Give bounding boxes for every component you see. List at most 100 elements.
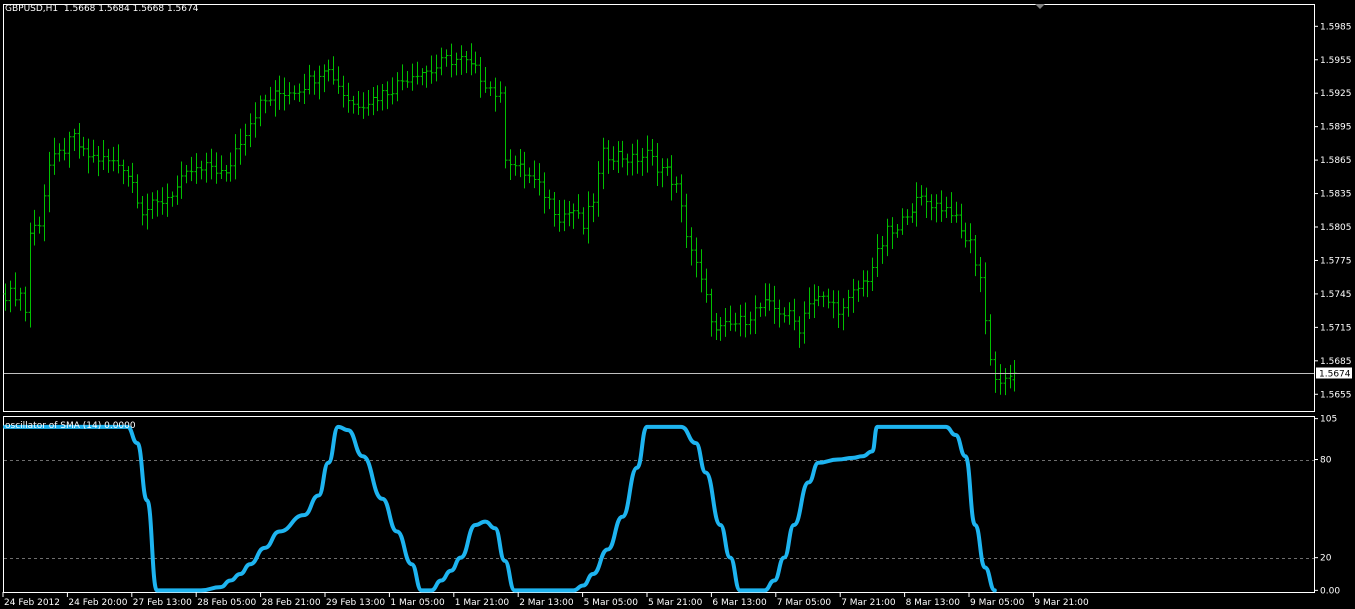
oscillator-panel[interactable]: 105 80 20 0.00	[3, 415, 1341, 597]
price-bar	[679, 174, 684, 223]
oscillator-tick-label: 0.00	[1320, 586, 1340, 596]
price-bar	[576, 194, 581, 219]
price-bar	[473, 51, 478, 74]
price-bar	[547, 189, 552, 210]
price-bar	[865, 270, 870, 298]
price-bar	[557, 200, 562, 232]
price-bar	[988, 314, 993, 366]
price-bar	[297, 83, 302, 102]
price-bar	[738, 304, 743, 337]
price-bar	[282, 77, 287, 111]
price-bar	[62, 137, 67, 161]
oscillator-line	[3, 424, 997, 593]
price-bar	[77, 122, 82, 159]
price-bar	[371, 86, 376, 116]
price-bar	[1008, 364, 1013, 389]
price-bar	[571, 203, 576, 229]
price-bar	[37, 216, 42, 234]
price-bar	[581, 207, 586, 235]
time-tick-label: 1 Mar 05:00	[390, 598, 445, 608]
price-bar	[268, 86, 273, 106]
price-bar	[346, 82, 351, 113]
price-tick-label: 1.5865	[1320, 156, 1352, 166]
trading-chart[interactable]: 1.5985 1.5955 1.5925 1.5895 1.5865 1.5835 1.58…	[0, 0, 1355, 609]
price-bar	[179, 161, 184, 199]
price-bar	[449, 43, 454, 78]
price-bar	[101, 139, 106, 170]
price-bar	[630, 143, 635, 176]
price-bar	[312, 70, 317, 95]
price-bar	[831, 290, 836, 319]
price-bar	[861, 270, 866, 297]
price-bar	[763, 283, 768, 317]
price-bar	[175, 175, 180, 205]
price-axis: 1.5985 1.5955 1.5925 1.5895 1.5865 1.5835 1.58…	[1314, 22, 1352, 400]
price-bar	[380, 83, 385, 111]
price-tick-label: 1.5955	[1320, 56, 1352, 66]
price-tick-label: 1.5685	[1320, 357, 1352, 367]
price-bar	[292, 85, 297, 101]
price-bar	[86, 138, 91, 174]
price-bar	[993, 351, 998, 393]
price-bar	[968, 223, 973, 254]
price-bar	[405, 70, 410, 88]
price-bar	[513, 155, 518, 176]
main-price-panel[interactable]: 1.5985 1.5955 1.5925 1.5895 1.5865 1.5835 1.58…	[3, 4, 1353, 412]
oscillator-panel-frame	[3, 416, 1315, 593]
price-bar	[900, 208, 905, 235]
price-bar	[527, 167, 532, 184]
price-bars	[3, 43, 1017, 396]
price-bar	[439, 47, 444, 76]
price-bar	[870, 257, 875, 291]
price-bar	[973, 234, 978, 277]
price-bar	[606, 140, 611, 174]
price-bar	[420, 68, 425, 86]
shift-marker-icon[interactable]	[1035, 4, 1045, 9]
price-bar	[567, 201, 572, 227]
price-bar	[253, 102, 258, 138]
time-tick-label: 5 Mar 05:00	[584, 598, 639, 608]
price-bar	[243, 123, 248, 156]
price-bar	[689, 227, 694, 266]
price-bar	[616, 141, 621, 173]
price-bar	[802, 301, 807, 344]
price-bar	[836, 290, 841, 329]
price-bar	[635, 139, 640, 174]
price-bar	[165, 183, 170, 217]
price-bar	[895, 223, 900, 238]
price-bar	[846, 289, 851, 317]
time-tick-label: 24 Feb 20:00	[68, 598, 127, 608]
price-bar	[640, 147, 645, 176]
price-bar	[351, 95, 356, 114]
price-tick-label: 1.5835	[1320, 190, 1352, 200]
time-tick-label: 9 Mar 21:00	[1034, 598, 1089, 608]
price-bar	[263, 94, 268, 114]
price-bar	[429, 55, 434, 84]
price-bar	[841, 298, 846, 331]
price-bar	[611, 146, 616, 170]
price-bar	[121, 159, 126, 185]
price-bar	[469, 43, 474, 76]
price-bar	[194, 153, 199, 184]
price-bar	[792, 298, 797, 331]
price-bar	[140, 196, 145, 226]
price-bar	[204, 152, 209, 183]
price-bar	[728, 305, 733, 331]
price-bar	[23, 286, 28, 322]
price-bar	[949, 192, 954, 223]
price-bar	[508, 149, 513, 180]
price-bar	[954, 201, 959, 223]
price-bar	[219, 155, 224, 180]
price-bar	[665, 158, 670, 176]
price-bar	[944, 196, 949, 218]
price-bar	[464, 50, 469, 74]
price-bar	[919, 185, 924, 206]
price-bar	[939, 190, 944, 222]
price-bar	[336, 66, 341, 94]
price-bar	[743, 302, 748, 338]
price-bar	[655, 142, 660, 186]
price-bar	[601, 137, 606, 190]
price-bar	[189, 156, 194, 182]
price-bar	[723, 308, 728, 337]
price-bar	[488, 81, 493, 97]
